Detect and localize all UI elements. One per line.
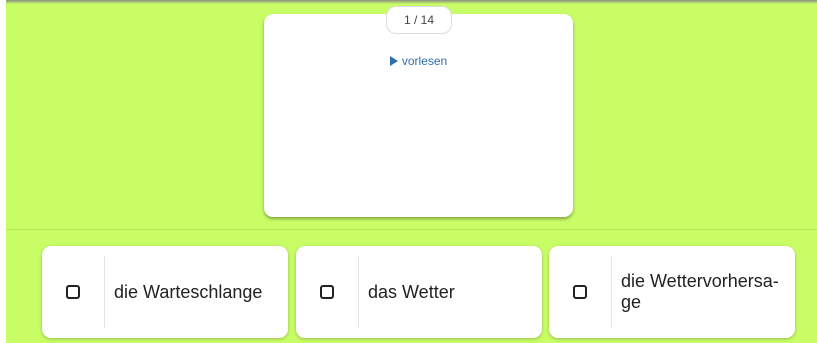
checkbox-icon[interactable] xyxy=(320,285,334,299)
answer-label: die Warteschlange xyxy=(114,281,263,302)
answer-label: die Wettervorhersa- ge xyxy=(621,271,779,312)
play-icon xyxy=(389,56,398,66)
answer-option-1[interactable]: die Warteschlange xyxy=(42,246,288,338)
read-aloud-label: vorlesen xyxy=(401,54,448,68)
checkbox-area[interactable] xyxy=(42,256,105,328)
answer-label: das Wetter xyxy=(368,281,455,302)
answer-option-2[interactable]: das Wetter xyxy=(296,246,542,338)
checkbox-area[interactable] xyxy=(296,256,359,328)
answer-option-3[interactable]: die Wettervorhersa- ge xyxy=(549,246,795,338)
divider xyxy=(6,229,817,230)
read-aloud-button[interactable]: vorlesen xyxy=(264,54,573,68)
checkbox-icon[interactable] xyxy=(573,285,587,299)
checkbox-icon[interactable] xyxy=(66,285,80,299)
quiz-stage: vorlesen 1 / 14 die Warteschlange das We… xyxy=(6,0,817,343)
flashcard: vorlesen xyxy=(264,14,573,217)
checkbox-area[interactable] xyxy=(549,256,612,328)
top-shadow xyxy=(6,0,817,4)
card-counter: 1 / 14 xyxy=(386,6,452,34)
